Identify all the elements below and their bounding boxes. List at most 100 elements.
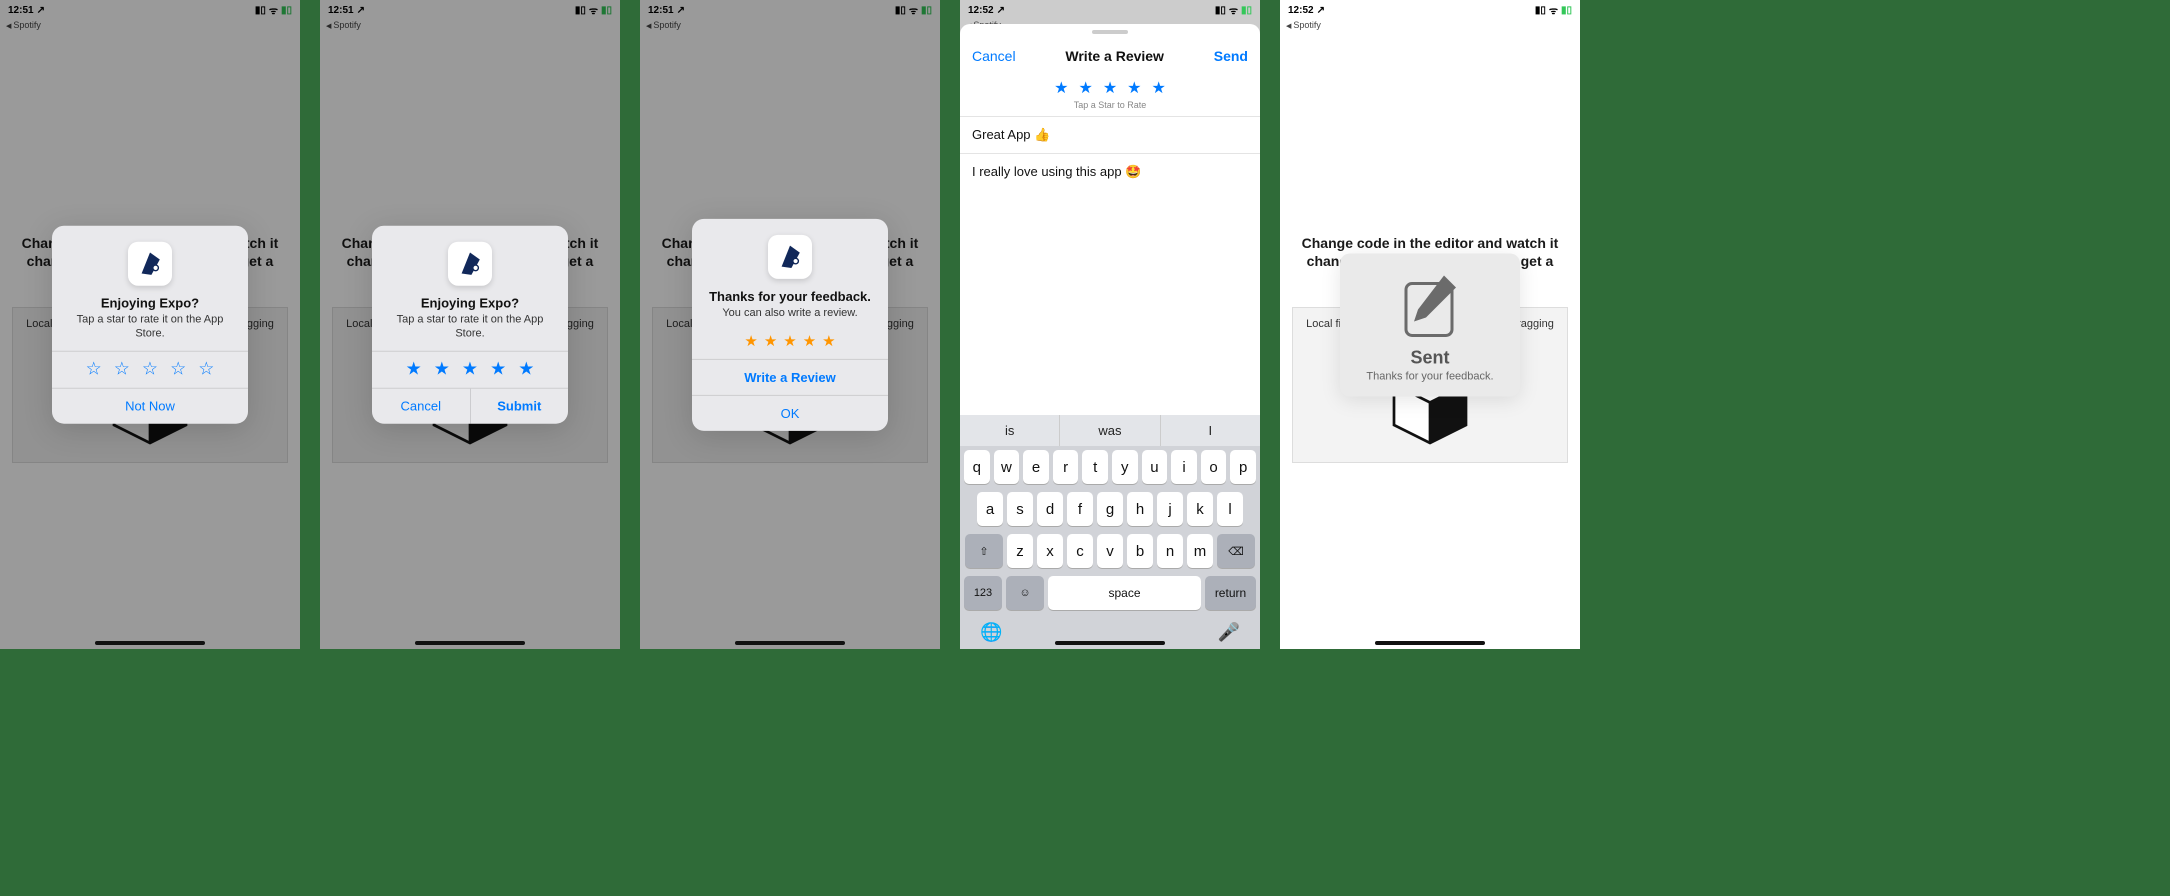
thanks-alert: Thanks for your feedback. You can also w… <box>692 218 888 430</box>
space-key[interactable]: space <box>1048 576 1201 610</box>
screenshot-1: 12:51 ↗ ▮▯ ᯤ ▮▯ Spotify Change code in t… <box>0 0 300 649</box>
predict-2[interactable]: was <box>1059 415 1159 446</box>
star-2[interactable]: ★ <box>1078 78 1092 98</box>
sheet-navbar: Cancel Write a Review Send <box>960 40 1260 74</box>
key-o[interactable]: o <box>1201 450 1227 484</box>
star-3[interactable]: ★ <box>1103 78 1117 98</box>
star-rating-row: ☆ ☆ ☆ ☆ ☆ <box>52 351 248 388</box>
sheet-title: Write a Review <box>1065 48 1164 64</box>
star-4[interactable]: ★ <box>490 360 506 378</box>
location-icon: ↗ <box>37 5 45 16</box>
star-rating-readonly: ★ ★ ★ ★ ★ <box>692 330 888 359</box>
numbers-key[interactable]: 123 <box>964 576 1002 610</box>
send-button[interactable]: Send <box>1214 48 1248 64</box>
star-4[interactable]: ★ <box>1127 78 1141 98</box>
star-1[interactable]: ★ <box>1054 78 1068 98</box>
key-s[interactable]: s <box>1007 492 1033 526</box>
status-bar: 12:52 ↗ ▮▯ ᯤ ▮▯ <box>1280 0 1580 20</box>
key-w[interactable]: w <box>994 450 1020 484</box>
key-c[interactable]: c <box>1067 534 1093 568</box>
wifi-icon: ᯤ <box>269 3 278 17</box>
key-n[interactable]: n <box>1157 534 1183 568</box>
star-5[interactable]: ★ <box>518 360 534 378</box>
key-r[interactable]: r <box>1053 450 1079 484</box>
home-indicator[interactable] <box>735 641 845 645</box>
battery-icon: ▮▯ <box>601 5 612 16</box>
key-h[interactable]: h <box>1127 492 1153 526</box>
compose-icon <box>1400 269 1460 339</box>
toast-subtitle: Thanks for your feedback. <box>1350 370 1510 382</box>
alert-title: Enjoying Expo? <box>52 295 248 312</box>
key-a[interactable]: a <box>977 492 1003 526</box>
key-row-2: a s d f g h j k l <box>960 488 1260 530</box>
cancel-button[interactable]: Cancel <box>372 389 470 424</box>
backspace-key[interactable]: ⌫ <box>1217 534 1255 568</box>
key-j[interactable]: j <box>1157 492 1183 526</box>
shift-key[interactable]: ⇧ <box>965 534 1003 568</box>
mic-icon[interactable]: 🎤 <box>1218 622 1240 643</box>
key-l[interactable]: l <box>1217 492 1243 526</box>
home-indicator[interactable] <box>95 641 205 645</box>
star-2[interactable]: ☆ <box>114 360 130 378</box>
write-review-button[interactable]: Write a Review <box>692 360 888 395</box>
battery-icon: ▮▯ <box>1241 5 1252 16</box>
signal-icon: ▮▯ <box>255 5 266 16</box>
return-key[interactable]: return <box>1205 576 1256 610</box>
rating-hint: Tap a Star to Rate <box>960 98 1260 110</box>
globe-icon[interactable]: 🌐 <box>980 622 1002 643</box>
screenshot-2: 12:51 ↗ ▮▯ ᯤ ▮▯ Spotify Change code in t… <box>320 0 620 649</box>
star-3[interactable]: ★ <box>462 360 478 378</box>
emoji-key[interactable]: ☺ <box>1006 576 1044 610</box>
screenshot-4: 12:52 ↗ ▮▯ ᯤ ▮▯ Spotify Cancel Write a R… <box>960 0 1260 649</box>
star-5[interactable]: ☆ <box>198 360 214 378</box>
wifi-icon: ᯤ <box>589 3 598 17</box>
status-bar: 12:51 ↗ ▮▯ ᯤ ▮▯ <box>0 0 300 20</box>
signal-icon: ▮▯ <box>1215 5 1226 16</box>
rating-alert-filled: Enjoying Expo? Tap a star to rate it on … <box>372 225 568 424</box>
star-4: ★ <box>803 334 816 349</box>
star-5[interactable]: ★ <box>1152 78 1166 98</box>
key-d[interactable]: d <box>1037 492 1063 526</box>
home-indicator[interactable] <box>415 641 525 645</box>
home-indicator[interactable] <box>1375 641 1485 645</box>
review-title-input[interactable]: Great App 👍 <box>960 117 1260 154</box>
key-u[interactable]: u <box>1142 450 1168 484</box>
key-x[interactable]: x <box>1037 534 1063 568</box>
keyboard: is was I q w e r t y u i o p a s d f <box>960 415 1260 649</box>
predict-1[interactable]: is <box>960 415 1059 446</box>
review-body-input[interactable]: I really love using this app 🤩 <box>960 154 1260 190</box>
submit-button[interactable]: Submit <box>470 389 569 424</box>
not-now-button[interactable]: Not Now <box>52 389 248 424</box>
star-3[interactable]: ☆ <box>142 360 158 378</box>
status-bar: 12:52 ↗ ▮▯ ᯤ ▮▯ <box>960 0 1260 20</box>
predictive-row: is was I <box>960 415 1260 446</box>
key-f[interactable]: f <box>1067 492 1093 526</box>
alert-title: Thanks for your feedback. <box>692 288 888 305</box>
key-b[interactable]: b <box>1127 534 1153 568</box>
key-i[interactable]: i <box>1171 450 1197 484</box>
key-t[interactable]: t <box>1082 450 1108 484</box>
status-indicators: ▮▯ ᯤ ▮▯ <box>1535 3 1572 17</box>
home-indicator[interactable] <box>1055 641 1165 645</box>
key-m[interactable]: m <box>1187 534 1213 568</box>
signal-icon: ▮▯ <box>1535 5 1546 16</box>
key-z[interactable]: z <box>1007 534 1033 568</box>
ok-button[interactable]: OK <box>692 396 888 431</box>
key-e[interactable]: e <box>1023 450 1049 484</box>
battery-icon: ▮▯ <box>281 5 292 16</box>
predict-3[interactable]: I <box>1160 415 1260 446</box>
key-v[interactable]: v <box>1097 534 1123 568</box>
key-g[interactable]: g <box>1097 492 1123 526</box>
key-y[interactable]: y <box>1112 450 1138 484</box>
cancel-button[interactable]: Cancel <box>972 48 1016 64</box>
star-1[interactable]: ★ <box>406 360 422 378</box>
alert-subtitle: You can also write a review. <box>692 305 888 329</box>
sheet-grabber[interactable] <box>1092 30 1128 34</box>
key-p[interactable]: p <box>1230 450 1256 484</box>
star-4[interactable]: ☆ <box>170 360 186 378</box>
key-q[interactable]: q <box>964 450 990 484</box>
key-k[interactable]: k <box>1187 492 1213 526</box>
star-2[interactable]: ★ <box>434 360 450 378</box>
status-indicators: ▮▯ ᯤ ▮▯ <box>575 3 612 17</box>
star-1[interactable]: ☆ <box>86 360 102 378</box>
